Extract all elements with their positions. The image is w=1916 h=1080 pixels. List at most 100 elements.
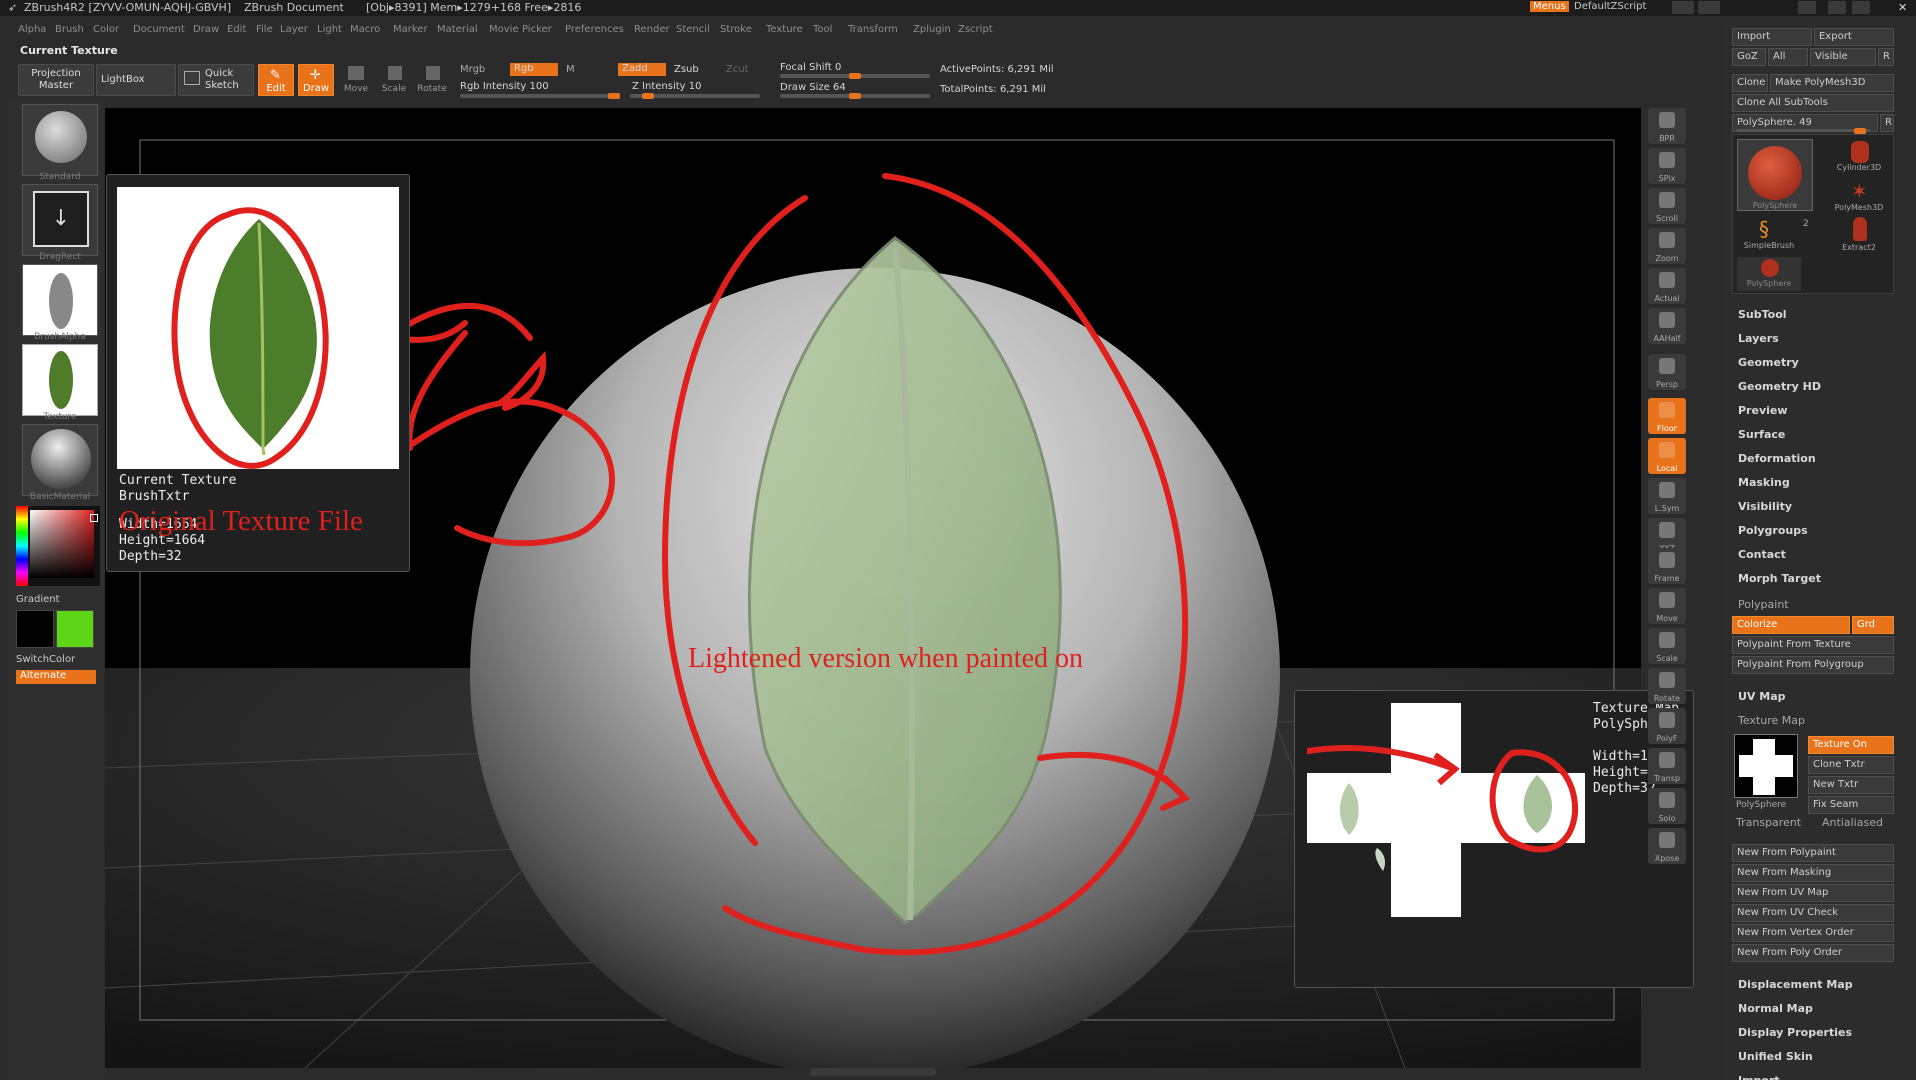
- make-polymesh3d-button[interactable]: Make PolyMesh3D: [1770, 74, 1894, 92]
- new-from-button-2[interactable]: New From UV Map: [1732, 884, 1894, 902]
- alternate-button[interactable]: Alternate: [16, 670, 96, 684]
- projection-master-button[interactable]: Projection Master: [18, 64, 94, 96]
- edit-button[interactable]: ✎ Edit: [258, 64, 294, 96]
- menu-alpha[interactable]: Alpha: [18, 24, 46, 35]
- view-persp-button[interactable]: Persp: [1648, 354, 1686, 390]
- move-button[interactable]: Move: [338, 64, 374, 96]
- menu-document[interactable]: Document: [133, 24, 185, 35]
- menus-button[interactable]: Menus: [1530, 1, 1569, 12]
- rgb-intensity-slider[interactable]: [460, 93, 620, 99]
- switchcolor-button[interactable]: SwitchColor: [16, 654, 75, 665]
- menu-file[interactable]: File: [256, 24, 273, 35]
- view-scroll-button[interactable]: Scroll: [1648, 188, 1686, 224]
- new-txtr-button[interactable]: New Txtr: [1808, 776, 1894, 794]
- primary-color-swatch[interactable]: [56, 610, 94, 648]
- view-rotate-button[interactable]: Rotate: [1648, 668, 1686, 704]
- texture-map-header[interactable]: Texture Map: [1738, 714, 1805, 727]
- colorize-button[interactable]: Colorize: [1732, 616, 1850, 634]
- quick-sketch-button[interactable]: Quick Sketch: [178, 64, 254, 96]
- menu-marker[interactable]: Marker: [393, 24, 428, 35]
- menu-layers[interactable]: Layers: [1738, 332, 1779, 345]
- lock-icon[interactable]: [1798, 1, 1816, 14]
- alpha-thumbnail[interactable]: [22, 264, 98, 336]
- polypaint-from-texture-button[interactable]: Polypaint From Texture: [1732, 636, 1894, 654]
- all-button[interactable]: All: [1768, 48, 1808, 66]
- menu-morph-target[interactable]: Morph Target: [1738, 572, 1821, 585]
- menu-surface[interactable]: Surface: [1738, 428, 1785, 441]
- rgb-intensity-knob[interactable]: [608, 93, 620, 99]
- visible-button[interactable]: Visible: [1810, 48, 1876, 66]
- brush-thumbnail[interactable]: [22, 104, 98, 176]
- zcut-button[interactable]: Zcut: [726, 64, 749, 75]
- menu-normal-map[interactable]: Normal Map: [1738, 1002, 1813, 1015]
- menu-brush[interactable]: Brush: [55, 24, 84, 35]
- view-polyf-button[interactable]: PolyF: [1648, 708, 1686, 744]
- menu-unified-skin[interactable]: Unified Skin: [1738, 1050, 1813, 1063]
- zsub-button[interactable]: Zsub: [674, 64, 699, 75]
- menu-geometry-hd[interactable]: Geometry HD: [1738, 380, 1821, 393]
- view-local-button[interactable]: Local: [1648, 438, 1686, 474]
- tool-polymesh3d[interactable]: ✶ PolyMesh3D: [1829, 179, 1889, 215]
- menu-stencil[interactable]: Stencil: [676, 24, 710, 35]
- color-picker[interactable]: [16, 506, 100, 586]
- close-icon[interactable]: ✕: [1898, 1, 1907, 14]
- rotate-button[interactable]: Rotate: [414, 64, 450, 96]
- layout-icon[interactable]: [1672, 1, 1694, 14]
- m-button[interactable]: M: [566, 64, 575, 75]
- menu-import[interactable]: Import: [1738, 1074, 1780, 1080]
- view-frame-button[interactable]: Frame: [1648, 548, 1686, 584]
- clone-all-subtools-button[interactable]: Clone All SubTools: [1732, 94, 1894, 112]
- focal-shift-knob[interactable]: [849, 73, 861, 79]
- menu-visibility[interactable]: Visibility: [1738, 500, 1792, 513]
- texture-on-button[interactable]: Texture On: [1808, 736, 1894, 754]
- mrgb-button[interactable]: Mrgb: [460, 64, 485, 75]
- draw-size-knob[interactable]: [849, 93, 861, 99]
- hue-strip[interactable]: [16, 506, 28, 586]
- new-from-button-0[interactable]: New From Polypaint: [1732, 844, 1894, 862]
- fix-seam-button[interactable]: Fix Seam: [1808, 796, 1894, 814]
- view-transp-button[interactable]: Transp: [1648, 748, 1686, 784]
- z-intensity-slider[interactable]: [630, 93, 760, 99]
- menu-color[interactable]: Color: [93, 24, 119, 35]
- lightbox-button[interactable]: LightBox: [96, 64, 176, 96]
- menu-light[interactable]: Light: [317, 24, 342, 35]
- view-xpose-button[interactable]: Xpose: [1648, 828, 1686, 864]
- texture-thumbnail[interactable]: [22, 344, 98, 416]
- menu-subtool[interactable]: SubTool: [1738, 308, 1787, 321]
- menu-polygroups[interactable]: Polygroups: [1738, 524, 1808, 537]
- menu-movie[interactable]: Movie: [489, 24, 519, 35]
- r-button-2[interactable]: R: [1880, 114, 1894, 132]
- view-spix-button[interactable]: SPix: [1648, 148, 1686, 184]
- new-from-button-1[interactable]: New From Masking: [1732, 864, 1894, 882]
- secondary-color-swatch[interactable]: [16, 610, 54, 648]
- new-from-button-5[interactable]: New From Poly Order: [1732, 944, 1894, 962]
- goz-button[interactable]: GoZ: [1732, 48, 1766, 66]
- view-lsym-button[interactable]: L.Sym: [1648, 478, 1686, 514]
- export-button[interactable]: Export: [1814, 28, 1894, 46]
- default-zscript[interactable]: DefaultZScript: [1574, 1, 1646, 12]
- view-solo-button[interactable]: Solo: [1648, 788, 1686, 824]
- view-bpr-button[interactable]: BPR: [1648, 108, 1686, 144]
- tool-extract2[interactable]: Extract2: [1829, 217, 1889, 253]
- menu-displacement-map[interactable]: Displacement Map: [1738, 978, 1853, 991]
- layout-icon-2[interactable]: [1698, 1, 1720, 14]
- menu-zplugin[interactable]: Zplugin: [913, 24, 951, 35]
- new-from-button-3[interactable]: New From UV Check: [1732, 904, 1894, 922]
- menu-draw[interactable]: Draw: [193, 24, 219, 35]
- menu-stroke[interactable]: Stroke: [720, 24, 752, 35]
- material-thumbnail[interactable]: [22, 424, 98, 496]
- clone-button[interactable]: Clone: [1732, 74, 1768, 92]
- draw-button[interactable]: ✛ Draw: [298, 64, 334, 96]
- grd-button[interactable]: Grd: [1852, 616, 1894, 634]
- menu-render[interactable]: Render: [634, 24, 670, 35]
- transparent-toggle[interactable]: Transparent: [1736, 816, 1801, 829]
- view-aahalf-button[interactable]: AAHalf: [1648, 308, 1686, 344]
- minimize-icon[interactable]: [1828, 1, 1846, 14]
- menu-masking[interactable]: Masking: [1738, 476, 1790, 489]
- menu-deformation[interactable]: Deformation: [1738, 452, 1816, 465]
- menu-layer[interactable]: Layer: [280, 24, 308, 35]
- restore-icon[interactable]: [1852, 1, 1870, 14]
- menu-uv-map[interactable]: UV Map: [1738, 690, 1786, 703]
- menu-picker[interactable]: Picker: [522, 24, 552, 35]
- menu-geometry[interactable]: Geometry: [1738, 356, 1799, 369]
